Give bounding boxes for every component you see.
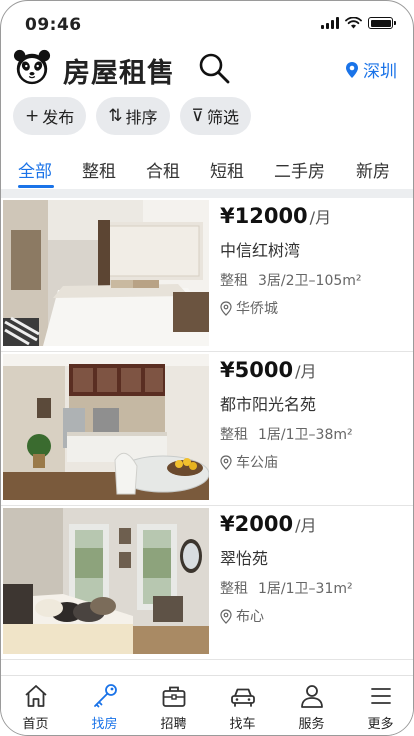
panda-logo-icon <box>13 49 51 85</box>
header: 房屋租售 深圳 <box>1 45 413 93</box>
listing-location: 布心 <box>220 606 405 626</box>
sort-button[interactable]: ⇅ 排序 <box>96 97 170 135</box>
nav-find-house-label: 找房 <box>91 717 118 732</box>
price-amount: ¥12000 <box>220 204 308 228</box>
filter-label: 筛选 <box>206 108 239 127</box>
active-tab-indicator <box>18 185 54 188</box>
price-amount: ¥2000 <box>220 512 294 536</box>
listing-location: 车公庙 <box>220 452 405 472</box>
tab-short-rent[interactable]: 短租 <box>210 157 244 182</box>
battery-icon <box>368 17 396 29</box>
location-pin-icon <box>220 454 232 470</box>
listing-specs: 整租 1居/1卫–38m² <box>220 424 405 444</box>
listing-card[interactable]: ¥2000 /月 翠怡苑 整租 1居/1卫–31m² 布心 <box>1 506 413 660</box>
phone-frame: 09:46 房屋租售 深圳 + 发布 ⇅ 排序 ⊽ 筛选 全部 整租 合租 短租… <box>0 0 414 736</box>
location-pin-icon <box>220 608 232 624</box>
price-unit: /月 <box>295 516 317 535</box>
menu-icon <box>370 688 391 704</box>
nav-services[interactable]: 服务 <box>277 676 346 735</box>
nav-find-house[interactable]: 找房 <box>70 676 139 735</box>
listing-info: ¥2000 /月 翠怡苑 整租 1居/1卫–31m² 布心 <box>220 512 405 626</box>
listing-price: ¥12000 /月 <box>220 204 405 228</box>
action-chips: + 发布 ⇅ 排序 ⊽ 筛选 <box>13 97 251 135</box>
listing-location: 华侨城 <box>220 298 405 318</box>
listing-name: 都市阳光名苑 <box>220 395 317 414</box>
tab-second-hand[interactable]: 二手房 <box>274 157 325 182</box>
listing-name: 中信红树湾 <box>220 241 301 260</box>
signal-icon <box>321 17 339 29</box>
sort-label: 排序 <box>125 108 158 127</box>
location-name: 布心 <box>236 609 264 625</box>
tab-all[interactable]: 全部 <box>18 157 52 182</box>
listing-specs: 整租 3居/2卫–105m² <box>220 270 405 290</box>
city-selector[interactable]: 深圳 <box>345 57 397 82</box>
city-name: 深圳 <box>363 62 397 82</box>
home-icon <box>24 685 47 707</box>
briefcase-icon <box>162 686 185 707</box>
listing-specs: 整租 1居/1卫–31m² <box>220 578 405 598</box>
page-title: 房屋租售 <box>63 58 175 89</box>
rental-type: 整租 <box>220 273 248 289</box>
sort-icon: ⇅ <box>108 106 123 126</box>
listing-card[interactable]: ¥5000 /月 都市阳光名苑 整租 1居/1卫–38m² 车公庙 <box>1 352 413 506</box>
listing-card[interactable]: ¥12000 /月 中信红树湾 整租 3居/2卫–105m² 华侨城 <box>1 198 413 352</box>
person-icon <box>300 685 323 708</box>
nav-services-label: 服务 <box>298 717 325 732</box>
price-unit: /月 <box>309 208 332 227</box>
nav-jobs[interactable]: 招聘 <box>139 676 208 735</box>
listing-info: ¥12000 /月 中信红树湾 整租 3居/2卫–105m² 华侨城 <box>220 204 405 318</box>
listing-photo-kitchen <box>3 354 209 500</box>
nav-more-label: 更多 <box>367 717 394 732</box>
nav-home-label: 首页 <box>22 717 49 732</box>
key-icon <box>93 684 117 708</box>
filter-button[interactable]: ⊽ 筛选 <box>179 97 251 135</box>
price-amount: ¥5000 <box>220 358 294 382</box>
wifi-icon <box>345 17 362 29</box>
search-icon[interactable] <box>197 51 231 85</box>
room-layout: 1居/1卫–38m² <box>258 427 353 443</box>
tab-new-homes[interactable]: 新房 <box>356 157 390 182</box>
listing-price: ¥5000 /月 <box>220 358 405 382</box>
section-divider <box>1 189 413 198</box>
nav-jobs-label: 招聘 <box>160 717 187 732</box>
filter-icon: ⊽ <box>191 106 204 126</box>
tab-shared-rent[interactable]: 合租 <box>146 157 180 182</box>
rental-type: 整租 <box>220 427 248 443</box>
category-tabs: 全部 整租 合租 短租 二手房 新房 <box>1 149 413 189</box>
status-time: 09:46 <box>25 15 82 35</box>
room-layout: 3居/2卫–105m² <box>258 273 362 289</box>
rental-type: 整租 <box>220 581 248 597</box>
price-unit: /月 <box>295 362 317 381</box>
nav-cars[interactable]: 找车 <box>208 676 277 735</box>
nav-more[interactable]: 更多 <box>346 676 413 735</box>
plus-icon: + <box>25 106 40 126</box>
publish-button[interactable]: + 发布 <box>13 97 87 135</box>
location-name: 华侨城 <box>236 301 278 317</box>
nav-cars-label: 找车 <box>229 717 256 732</box>
location-pin-icon <box>220 300 232 316</box>
room-layout: 1居/1卫–31m² <box>258 581 353 597</box>
tab-whole-rent[interactable]: 整租 <box>82 157 116 182</box>
listing-price: ¥2000 /月 <box>220 512 405 536</box>
car-icon <box>230 688 255 707</box>
location-name: 车公庙 <box>236 455 278 471</box>
listing-info: ¥5000 /月 都市阳光名苑 整租 1居/1卫–38m² 车公庙 <box>220 358 405 472</box>
publish-label: 发布 <box>42 108 75 127</box>
listing-name: 翠怡苑 <box>220 549 269 568</box>
listing-photo-bedroom <box>3 200 209 346</box>
bottom-nav: 首页 找房 招聘 找车 服务 更多 <box>1 675 413 735</box>
status-bar: 09:46 <box>1 1 413 45</box>
location-pin-icon <box>346 61 358 78</box>
nav-home[interactable]: 首页 <box>1 676 70 735</box>
status-icons <box>321 17 396 29</box>
listing-photo-bedroom-window <box>3 508 209 654</box>
